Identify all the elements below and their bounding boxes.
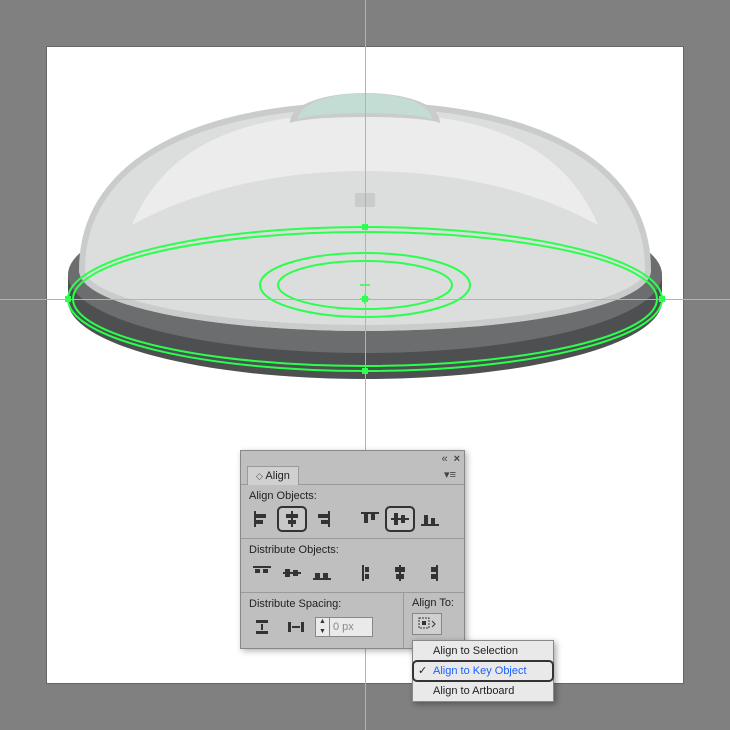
distribute-top-button[interactable] [247,560,277,586]
distribute-objects-row [241,558,464,593]
align-to-label: Align To: [412,593,456,611]
align-right-button[interactable] [307,506,337,532]
align-tab[interactable]: Align [247,466,299,485]
align-h-center-button[interactable] [277,506,307,532]
distribute-objects-label: Distribute Objects: [241,539,464,558]
align-to-key-object-option[interactable]: Align to Key Object [413,661,553,681]
distribute-v-center-button[interactable] [277,560,307,586]
stepper-up-icon[interactable]: ▲ [316,617,329,627]
align-to-selection-option[interactable]: Align to Selection [413,641,553,661]
align-top-button[interactable] [355,506,385,532]
panel-collapse-icon[interactable]: « [441,453,447,465]
stepper-down-icon[interactable]: ▼ [316,627,329,637]
align-to-artboard-option[interactable]: Align to Artboard [413,681,553,701]
distribute-left-button[interactable] [355,560,385,586]
panel-close-icon[interactable]: × [454,453,460,465]
align-to-button[interactable] [412,613,442,635]
align-to-dropdown[interactable]: Align to Selection Align to Key Object A… [412,640,554,702]
align-panel[interactable]: « × Align ▾≡ Align Objects: Distribute O… [240,450,465,649]
align-objects-row [241,504,464,539]
spacing-field[interactable]: ▲▼ [315,617,373,637]
vertical-spacing-button[interactable] [247,614,277,640]
align-objects-label: Align Objects: [241,485,464,504]
distribute-h-center-button[interactable] [385,560,415,586]
align-v-center-button[interactable] [385,506,415,532]
align-bottom-button[interactable] [415,506,445,532]
distribute-bottom-button[interactable] [307,560,337,586]
align-left-button[interactable] [247,506,277,532]
distribute-right-button[interactable] [415,560,445,586]
horizontal-spacing-button[interactable] [281,614,311,640]
panel-menu-icon[interactable]: ▾≡ [442,465,458,484]
spacing-input[interactable] [330,621,372,633]
distribute-spacing-label: Distribute Spacing: [241,593,403,612]
